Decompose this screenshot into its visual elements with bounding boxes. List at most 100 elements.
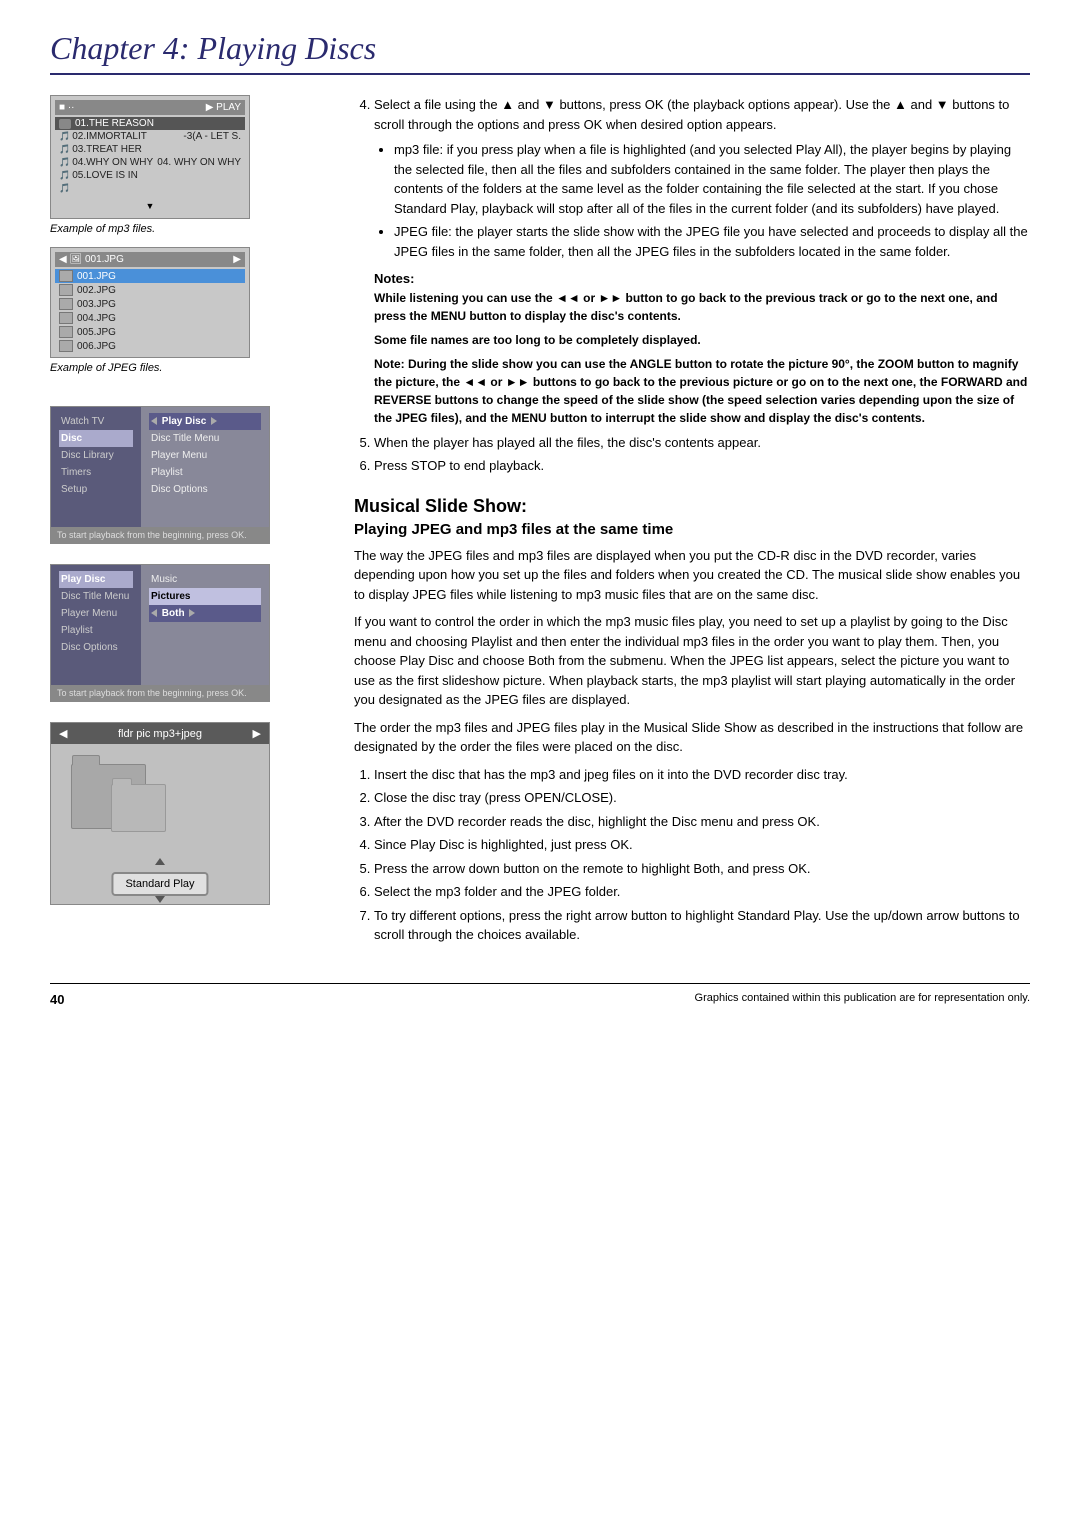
- note-2: Some file names are too long to be compl…: [374, 331, 1030, 349]
- arrow-right-icon: [211, 417, 217, 425]
- mp3-caption: Example of mp3 files.: [50, 223, 330, 235]
- menu-disc: Disc: [59, 430, 133, 447]
- jpeg-header: ◀ 🖼 001.JPG ▶: [55, 252, 245, 267]
- list-item-6: Press STOP to end playback.: [374, 456, 1030, 476]
- musical-para-1: The way the JPEG files and mp3 files are…: [354, 546, 1030, 605]
- main-list: Select a file using the ▲ and ▼ buttons,…: [374, 95, 1030, 476]
- mp3-row-3: 🎵 03.TREAT HER: [55, 143, 245, 156]
- footer-text: Graphics contained within this publicati…: [695, 992, 1030, 1007]
- list-item-5: When the player has played all the files…: [374, 433, 1030, 453]
- jpeg-thumb-6: [59, 340, 73, 352]
- both-arrow-left: [151, 609, 157, 617]
- menu-watch-tv: Watch TV: [59, 413, 133, 430]
- jpeg-row-4: 004.JPG: [55, 311, 245, 325]
- mp3-row-4: 🎵 04.WHY ON WHY 04. WHY ON WHY: [55, 156, 245, 169]
- musical-step-4: Since Play Disc is highlighted, just pre…: [374, 835, 1030, 855]
- jpeg-thumb-5: [59, 326, 73, 338]
- folder-screen: ◀ fldr pic mp3+jpeg ▶: [50, 722, 270, 905]
- music-option: Music: [149, 571, 261, 588]
- jpeg-row-5: 005.JPG: [55, 325, 245, 339]
- musical-step-7: To try different options, press the righ…: [374, 906, 1030, 945]
- menu-disc-title: Disc Title Menu: [149, 430, 261, 447]
- left-column: ■ ·· ▶ PLAY 01.THE REASON 🎵 02.IMMORTALI…: [50, 95, 330, 953]
- jpeg-row-6: 006.JPG: [55, 339, 245, 353]
- play-disc-label: Play Disc: [59, 571, 133, 588]
- note-1: While listening you can use the ◄◄ or ►►…: [374, 289, 1030, 325]
- menu-timers: Timers: [59, 464, 133, 481]
- folder-up-arrow: [155, 858, 165, 865]
- mp3-right-2: -3(A - LET S.: [183, 131, 241, 142]
- folder-down-arrow: [155, 896, 165, 903]
- folder-name: fldr pic mp3+jpeg: [118, 728, 202, 740]
- play-disc-right: Music Pictures Both: [141, 565, 269, 685]
- menu-disc-library: Disc Library: [59, 447, 133, 464]
- mp3-screen: ■ ·· ▶ PLAY 01.THE REASON 🎵 02.IMMORTALI…: [50, 95, 250, 219]
- jpeg-thumb-1: [59, 270, 73, 282]
- mp3-row-1: 01.THE REASON: [55, 117, 245, 130]
- menu-player-menu: Player Menu: [149, 447, 261, 464]
- musical-step-6: Select the mp3 folder and the JPEG folde…: [374, 882, 1030, 902]
- main-layout: ■ ·· ▶ PLAY 01.THE REASON 🎵 02.IMMORTALI…: [50, 95, 1030, 953]
- musical-step-3: After the DVD recorder reads the disc, h…: [374, 812, 1030, 832]
- mp3-header: ■ ·· ▶ PLAY: [55, 100, 245, 115]
- musical-step-2: Close the disc tray (press OPEN/CLOSE).: [374, 788, 1030, 808]
- sub-item-jpeg: JPEG file: the player starts the slide s…: [394, 222, 1030, 261]
- play-disc-inner: Play Disc Disc Title Menu Player Menu Pl…: [51, 565, 269, 685]
- page: Chapter 4: Playing Discs ■ ·· ▶ PLAY 01.…: [0, 0, 1080, 1047]
- jpeg-screen: ◀ 🖼 001.JPG ▶ 001.JPG 002.JPG 003.JPG: [50, 247, 250, 358]
- mp3-header-play: ▶ PLAY: [206, 102, 241, 113]
- jpeg-row-2: 002.JPG: [55, 283, 245, 297]
- folder-header: ◀ fldr pic mp3+jpeg ▶: [51, 723, 269, 744]
- jpeg-thumb-4: [59, 312, 73, 324]
- mp3-down-arrow: ▼: [55, 195, 245, 214]
- page-number: 40: [50, 992, 64, 1007]
- both-option: Both: [149, 605, 261, 622]
- disc-menu-footer: To start playback from the beginning, pr…: [51, 527, 269, 543]
- chapter-title: Chapter 4: Playing Discs: [50, 30, 1030, 75]
- play-disc-screen: Play Disc Disc Title Menu Player Menu Pl…: [50, 564, 270, 702]
- musical-section: Musical Slide Show: Playing JPEG and mp3…: [354, 496, 1030, 945]
- disc-menu-right: Play Disc Disc Title Menu Player Menu Pl…: [141, 407, 269, 527]
- folder-content: Standard Play: [51, 744, 269, 904]
- right-column: Select a file using the ▲ and ▼ buttons,…: [354, 95, 1030, 953]
- menu-play-disc: Play Disc: [149, 413, 261, 430]
- play-disc-footer: To start playback from the beginning, pr…: [51, 685, 269, 701]
- musical-steps: Insert the disc that has the mp3 and jpe…: [374, 765, 1030, 945]
- musical-para-3: The order the mp3 files and JPEG files p…: [354, 718, 1030, 757]
- disc-menu-inner: Watch TV Disc Disc Library Timers Setup …: [51, 407, 269, 527]
- jpeg-caption: Example of JPEG files.: [50, 362, 330, 374]
- both-arrow-right: [189, 609, 195, 617]
- sub-list: mp3 file: if you press play when a file …: [394, 140, 1030, 261]
- jpeg-thumb-3: [59, 298, 73, 310]
- folder-arrow-left: ◀: [59, 727, 67, 740]
- mp3-row-6: 🎵: [55, 182, 245, 195]
- music-icon-1: [59, 119, 71, 129]
- arrow-left-icon: [151, 417, 157, 425]
- mp3-row-5: 🎵 05.LOVE IS IN: [55, 169, 245, 182]
- sub-item-mp3: mp3 file: if you press play when a file …: [394, 140, 1030, 218]
- musical-step-5: Press the arrow down button on the remot…: [374, 859, 1030, 879]
- disc-options-label: Disc Options: [59, 639, 133, 656]
- menu-playlist: Playlist: [149, 464, 261, 481]
- player-menu-label: Player Menu: [59, 605, 133, 622]
- play-disc-left: Play Disc Disc Title Menu Player Menu Pl…: [51, 565, 141, 685]
- page-footer: 40 Graphics contained within this public…: [50, 983, 1030, 1007]
- disc-title-menu-label: Disc Title Menu: [59, 588, 133, 605]
- mp3-icon-2: 🎵: [59, 131, 70, 142]
- jpeg-row-3: 003.JPG: [55, 297, 245, 311]
- folder-arrow-right: ▶: [253, 727, 261, 740]
- musical-step-1: Insert the disc that has the mp3 and jpe…: [374, 765, 1030, 785]
- list-item-4: Select a file using the ▲ and ▼ buttons,…: [374, 95, 1030, 427]
- playlist-label: Playlist: [59, 622, 133, 639]
- disc-menu-screen: Watch TV Disc Disc Library Timers Setup …: [50, 406, 270, 544]
- jpeg-thumb-2: [59, 284, 73, 296]
- musical-para-2: If you want to control the order in whic…: [354, 612, 1030, 710]
- mp3-header-left: ■ ··: [59, 102, 74, 113]
- note-3: Note: During the slide show you can use …: [374, 355, 1030, 427]
- menu-setup: Setup: [59, 481, 133, 498]
- mp3-row-2: 🎵 02.IMMORTALIT -3(A - LET S.: [55, 130, 245, 143]
- pictures-option: Pictures: [149, 588, 261, 605]
- musical-heading: Musical Slide Show:: [354, 496, 1030, 517]
- menu-disc-options: Disc Options: [149, 481, 261, 498]
- disc-menu-left: Watch TV Disc Disc Library Timers Setup: [51, 407, 141, 527]
